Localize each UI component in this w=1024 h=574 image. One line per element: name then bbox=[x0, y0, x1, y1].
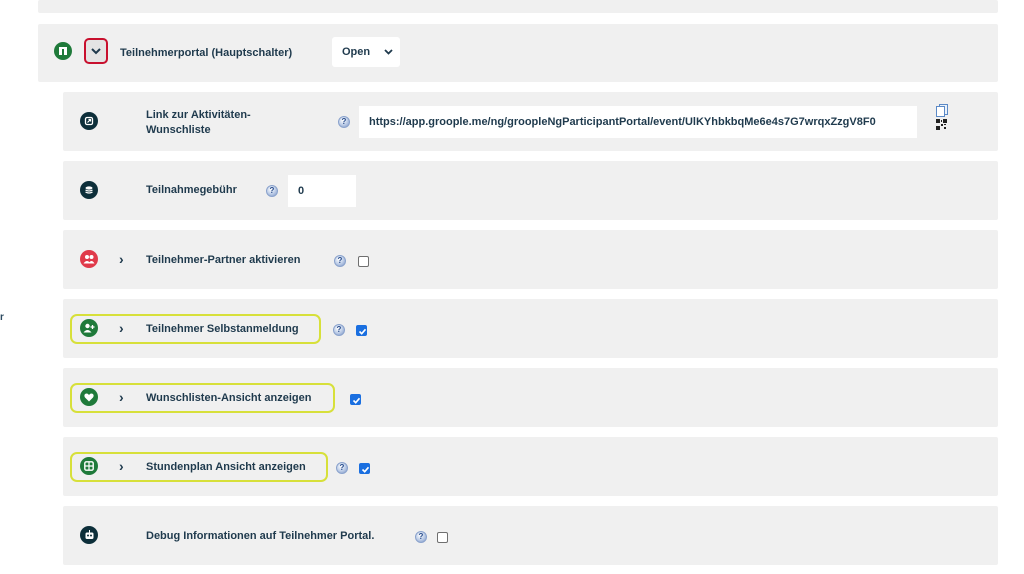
main-switch-row: Teilnehmerportal (Hauptschalter) Open bbox=[38, 24, 998, 82]
fee-value: 0 bbox=[298, 185, 305, 197]
user-plus-icon bbox=[80, 319, 98, 337]
schedule-view-label: Stundenplan Ansicht anzeigen bbox=[146, 461, 306, 473]
help-icon[interactable]: ? bbox=[334, 255, 346, 267]
main-switch-label: Teilnehmerportal (Hauptschalter) bbox=[120, 47, 293, 59]
partner-checkbox[interactable] bbox=[358, 256, 369, 267]
chevron-down-icon bbox=[384, 49, 393, 55]
expand-toggle-button[interactable] bbox=[84, 38, 108, 64]
wishlist-url-field[interactable]: https://app.groople.me/ng/groopleNgParti… bbox=[359, 106, 917, 138]
wishlist-view-checkbox[interactable] bbox=[350, 394, 361, 405]
debug-label: Debug Informationen auf Teilnehmer Porta… bbox=[146, 530, 375, 542]
chevron-right-icon[interactable]: › bbox=[119, 252, 124, 266]
external-link-icon bbox=[80, 112, 98, 130]
row-fee: Teilnahmegebühr ? 0 bbox=[63, 161, 998, 220]
help-icon[interactable]: ? bbox=[336, 462, 348, 474]
chevron-right-icon[interactable]: › bbox=[119, 459, 124, 473]
calendar-icon bbox=[80, 457, 98, 475]
chevron-down-icon bbox=[91, 48, 101, 55]
heart-icon bbox=[80, 388, 98, 406]
link-label-line1: Link zur Aktivitäten- bbox=[146, 109, 251, 121]
help-icon[interactable]: ? bbox=[266, 185, 278, 197]
self-registration-label: Teilnehmer Selbstanmeldung bbox=[146, 323, 299, 335]
chevron-right-icon[interactable]: › bbox=[119, 390, 124, 404]
fee-input[interactable]: 0 bbox=[288, 175, 356, 207]
row-wishlist-view: › Wunschlisten-Ansicht anzeigen bbox=[63, 368, 998, 427]
link-label-line2: Wunschliste bbox=[146, 124, 211, 136]
users-icon bbox=[80, 250, 98, 268]
portal-status-select[interactable]: Open bbox=[332, 37, 400, 67]
row-debug: Debug Informationen auf Teilnehmer Porta… bbox=[63, 506, 998, 565]
partner-label: Teilnehmer-Partner aktivieren bbox=[146, 254, 301, 266]
qr-code-icon[interactable] bbox=[936, 119, 947, 133]
previous-row-panel bbox=[38, 0, 998, 13]
coins-icon bbox=[80, 181, 98, 199]
row-partner: › Teilnehmer-Partner aktivieren ? bbox=[63, 230, 998, 289]
debug-checkbox[interactable] bbox=[437, 532, 448, 543]
help-icon[interactable]: ? bbox=[333, 324, 345, 336]
row-self-registration: › Teilnehmer Selbstanmeldung ? bbox=[63, 299, 998, 358]
copy-icon[interactable] bbox=[936, 104, 948, 120]
wishlist-view-label: Wunschlisten-Ansicht anzeigen bbox=[146, 392, 312, 404]
help-icon[interactable]: ? bbox=[415, 531, 427, 543]
portal-icon bbox=[54, 42, 72, 60]
row-link: Link zur Aktivitäten- Wunschliste ? http… bbox=[63, 92, 998, 151]
self-registration-checkbox[interactable] bbox=[356, 325, 367, 336]
select-value: Open bbox=[342, 46, 371, 58]
sidebar-stub-text: r bbox=[0, 312, 4, 323]
robot-icon bbox=[80, 526, 98, 544]
row-schedule-view: › Stundenplan Ansicht anzeigen ? bbox=[63, 437, 998, 496]
fee-label: Teilnahmegebühr bbox=[146, 184, 237, 196]
chevron-right-icon[interactable]: › bbox=[119, 321, 124, 335]
wishlist-url-value: https://app.groople.me/ng/groopleNgParti… bbox=[369, 116, 876, 128]
schedule-view-checkbox[interactable] bbox=[359, 463, 370, 474]
help-icon[interactable]: ? bbox=[338, 116, 350, 128]
